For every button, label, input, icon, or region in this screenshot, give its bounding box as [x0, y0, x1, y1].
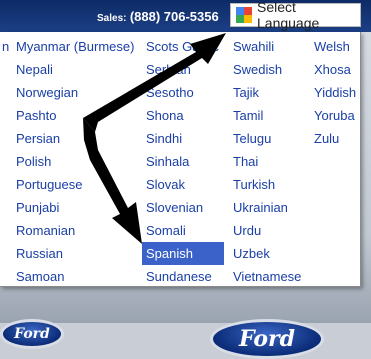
- language-item[interactable]: Urdu: [229, 219, 307, 242]
- language-column-0: n: [0, 35, 12, 58]
- language-item[interactable]: Welsh: [310, 35, 360, 58]
- language-item[interactable]: Zulu: [310, 127, 360, 150]
- language-item[interactable]: Tamil: [229, 104, 307, 127]
- select-language-button[interactable]: Select Language: [230, 0, 361, 31]
- language-item[interactable]: Samoan: [12, 265, 140, 288]
- language-item[interactable]: Sinhala: [142, 150, 224, 173]
- sales-phone: Sales: (888) 706-5356: [97, 9, 219, 24]
- ford-logo: Ford: [0, 319, 64, 349]
- site-header: Sales: (888) 706-5356 Select Language: [0, 0, 371, 32]
- language-item[interactable]: Pashto: [12, 104, 140, 127]
- language-item[interactable]: Sundanese: [142, 265, 224, 288]
- language-item[interactable]: Xhosa: [310, 58, 360, 81]
- language-dropdown: n Myanmar (Burmese) Nepali Norwegian Pas…: [0, 32, 361, 287]
- sales-phone-number[interactable]: (888) 706-5356: [130, 9, 219, 24]
- language-item[interactable]: Telugu: [229, 127, 307, 150]
- language-item[interactable]: Slovenian: [142, 196, 224, 219]
- select-language-label: Select Language: [257, 0, 320, 31]
- language-item[interactable]: Portuguese: [12, 173, 140, 196]
- language-item[interactable]: Sesotho: [142, 81, 224, 104]
- google-translate-icon: [236, 7, 252, 23]
- language-item[interactable]: Yiddish: [310, 81, 360, 104]
- language-item[interactable]: Somali: [142, 219, 224, 242]
- language-item[interactable]: Swedish: [229, 58, 307, 81]
- language-item[interactable]: Serbian: [142, 58, 224, 81]
- language-item[interactable]: Scots Gaelic: [142, 35, 224, 58]
- language-item[interactable]: Shona: [142, 104, 224, 127]
- language-item[interactable]: Slovak: [142, 173, 224, 196]
- language-item[interactable]: Russian: [12, 242, 140, 265]
- language-item[interactable]: Vietnamese: [229, 265, 307, 288]
- language-column-3: Swahili Swedish Tajik Tamil Telugu Thai …: [229, 35, 307, 288]
- language-item[interactable]: Sindhi: [142, 127, 224, 150]
- language-column-1: Myanmar (Burmese) Nepali Norwegian Pasht…: [12, 35, 140, 288]
- language-item[interactable]: Yoruba: [310, 104, 360, 127]
- language-item[interactable]: Polish: [12, 150, 140, 173]
- language-item[interactable]: Turkish: [229, 173, 307, 196]
- language-item[interactable]: Persian: [12, 127, 140, 150]
- language-item[interactable]: Uzbek: [229, 242, 307, 265]
- language-item[interactable]: Myanmar (Burmese): [12, 35, 140, 58]
- ford-logo: Ford: [210, 319, 324, 359]
- language-item[interactable]: Tajik: [229, 81, 307, 104]
- language-item[interactable]: Swahili: [229, 35, 307, 58]
- sales-label: Sales:: [97, 13, 127, 24]
- language-item[interactable]: Ukrainian: [229, 196, 307, 219]
- language-item[interactable]: Punjabi: [12, 196, 140, 219]
- language-column-2: Scots Gaelic Serbian Sesotho Shona Sindh…: [142, 35, 224, 288]
- language-column-4: Welsh Xhosa Yiddish Yoruba Zulu: [310, 35, 360, 150]
- language-item[interactable]: Norwegian: [12, 81, 140, 104]
- language-item[interactable]: Romanian: [12, 219, 140, 242]
- language-item-selected[interactable]: Spanish: [142, 242, 224, 265]
- language-item[interactable]: Thai: [229, 150, 307, 173]
- language-item[interactable]: n: [0, 35, 12, 58]
- language-item[interactable]: Nepali: [12, 58, 140, 81]
